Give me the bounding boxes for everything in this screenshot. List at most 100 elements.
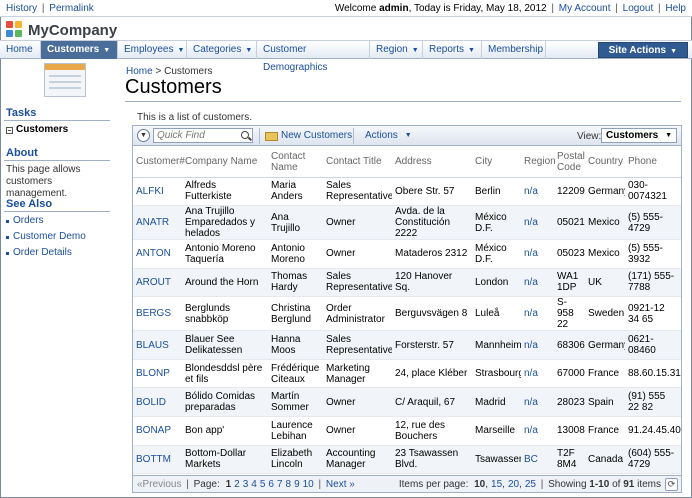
table-cell: C/ Araquil, 67 [392,387,472,418]
table-row[interactable]: ALFKI Alfreds Futterkiste Maria Anders Sale… [133,177,681,207]
page-size-link[interactable]: 20 [508,479,519,490]
nav-label: Categories [193,44,242,55]
page-link[interactable]: 2 [234,479,240,490]
table-cell: France [585,359,625,389]
nav-home[interactable]: Home [0,41,41,59]
page-link[interactable]: 10 [303,479,314,490]
table-cell[interactable]: BLONP [133,359,182,389]
actions-button[interactable]: Actions ▼ [365,128,412,144]
table-cell: Mexico [585,239,625,269]
table-cell: Maria Anders [268,177,323,207]
table-cell[interactable]: BOTTM [133,445,182,475]
nav-customer-demographics[interactable]: Customer Demographics [257,41,370,73]
new-customers-button[interactable]: New Customers [265,128,352,144]
quick-find-input[interactable]: Quick Find [153,128,253,143]
page-link[interactable]: 7 [277,479,283,490]
table-cell[interactable]: BOLID [133,387,182,418]
showing-prefix: Showing [548,479,590,490]
see-also-order-details[interactable]: Order Details [6,247,108,259]
table-cell: n/a [521,205,554,241]
page-link[interactable]: 5 [260,479,266,490]
table-cell: S-958 22 [554,296,585,332]
column-header[interactable]: Phone [625,147,681,178]
table-row[interactable]: BERGS Berglunds snabbköp Christina Berglun… [133,296,681,332]
page-link[interactable]: 4 [251,479,257,490]
table-cell: Bottom-Dollar Markets [182,445,268,475]
page-link[interactable]: 8 [286,479,292,490]
customers-grid: ▼ Quick Find New Customers Actions ▼ Vie… [132,125,682,493]
view-select[interactable]: Customers ▼ [601,128,677,143]
table-row[interactable]: BOLID Bólido Comidas preparadas Martín Som… [133,387,681,418]
page-link[interactable]: 9 [294,479,300,490]
column-header[interactable]: Postal Code [554,147,585,178]
table-cell: Ana Trujillo Emparedados y helados [182,205,268,241]
permalink-link[interactable]: Permalink [49,3,93,14]
page-link[interactable]: 1 [226,479,232,490]
page-link[interactable]: 3 [243,479,249,490]
site-actions-button[interactable]: Site Actions ▼ [597,42,688,58]
app-logo[interactable]: MyCompany [6,20,117,40]
table-row[interactable]: BOTTM Bottom-Dollar Markets Elizabeth Linc… [133,445,681,475]
table-cell[interactable]: BLAUS [133,330,182,360]
table-cell: Tsawassen [472,445,521,475]
table-cell[interactable]: ALFKI [133,177,182,207]
table-cell: Owner [323,239,392,269]
next-link[interactable]: Next » [326,479,355,490]
table-row[interactable]: BLONP Blondesddsl père et fils Frédérique … [133,359,681,389]
page-description: This is a list of customers. [137,112,253,123]
column-header[interactable]: Country [585,147,625,178]
search-icon[interactable] [241,131,249,139]
column-header[interactable]: City [472,147,521,178]
table-row[interactable]: ANATR Ana Trujillo Emparedados y helados A… [133,205,681,241]
task-label: Customers [16,124,69,135]
see-also-customer-demo[interactable]: Customer Demo [6,231,108,243]
page-size-link[interactable]: 10 [474,479,485,490]
page-size-link[interactable]: 25 [525,479,536,490]
table-cell[interactable]: AROUT [133,268,182,298]
nav-label: Reports [429,44,465,55]
table-cell[interactable]: ANTON [133,239,182,269]
page-size-link[interactable]: 15 [491,479,502,490]
history-link[interactable]: History [6,3,37,14]
logout-link[interactable]: Logout [623,3,654,14]
previous-link[interactable]: «Previous [137,479,181,490]
chevron-down-icon: ▼ [670,48,677,55]
column-header[interactable]: Customer# [133,147,185,178]
table-row[interactable]: AROUT Around the Horn Thomas Hardy Sales Re… [133,268,681,298]
nav-customers[interactable]: Customers ▼ [41,41,118,59]
nav-membership[interactable]: Membership [482,41,546,59]
about-section: About This page allows customers managem… [4,147,110,203]
column-header[interactable]: Region [521,147,556,178]
table-row[interactable]: BLAUS Blauer See Delikatessen Hanna Moos Sa… [133,330,681,360]
table-cell: 05023 [554,239,585,269]
column-header[interactable]: Address [392,147,472,178]
table-cell: Antonio Moreno [268,239,323,269]
column-header[interactable]: Contact Name [268,147,323,178]
nav-label: Region [376,44,408,55]
welcome-date: , Today is Friday, May 18, 2012 [408,3,547,14]
help-link[interactable]: Help [665,3,686,14]
page-link[interactable]: 6 [268,479,274,490]
nav-categories[interactable]: Categories ▼ [187,41,257,59]
table-cell: n/a [521,296,554,332]
customers-table: Customer# Company Name Contact Name Cont… [133,147,681,475]
refresh-icon[interactable]: ⟳ [665,478,678,491]
nav-region[interactable]: Region ▼ [370,41,423,59]
task-customers[interactable]: Customers [6,124,108,136]
column-header[interactable]: Contact Title [323,147,392,178]
table-cell[interactable]: BERGS [133,296,182,332]
table-row[interactable]: BONAP Bon app' Laurence Lebihan Owner 12, ru… [133,416,681,446]
nav-reports[interactable]: Reports ▼ [423,41,482,59]
table-cell: UK [585,268,625,298]
table-cell[interactable]: ANATR [133,205,182,241]
see-also-orders[interactable]: Orders [6,215,108,227]
column-header[interactable]: Company Name [182,147,268,178]
table-cell[interactable]: BONAP [133,416,182,446]
table-row[interactable]: ANTON Antonio Moreno Taquería Antonio More… [133,239,681,269]
table-cell: Christina Berglund [268,296,323,332]
nav-employees[interactable]: Employees ▼ [118,41,187,59]
table-cell: n/a [521,177,554,207]
my-account-link[interactable]: My Account [559,3,611,14]
grid-menu-button[interactable]: ▼ [137,129,150,142]
table-cell: 13008 [554,416,585,446]
